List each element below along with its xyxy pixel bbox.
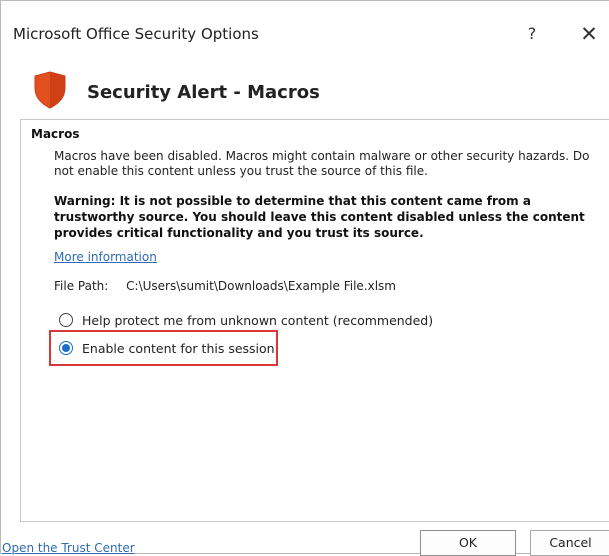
radio-option-protect-label: Help protect me from unknown content (re…: [82, 312, 434, 328]
radio-option-enable-label: Enable content for this session: [82, 340, 275, 356]
ok-button[interactable]: OK: [420, 530, 516, 556]
cancel-button[interactable]: Cancel: [530, 530, 609, 556]
file-path-label: File Path:: [54, 279, 109, 293]
radio-selected-icon[interactable]: [59, 341, 73, 355]
file-path-value: C:\Users\sumit\Downloads\Example File.xl…: [126, 279, 396, 293]
help-button[interactable]: ?: [517, 19, 547, 49]
window-title: Microsoft Office Security Options: [13, 25, 259, 43]
security-options-dialog: Microsoft Office Security Options ? ✕ Se…: [0, 0, 609, 556]
dialog-footer: Open the Trust Center OK Cancel: [1, 522, 609, 556]
file-path: File Path: C:\Users\sumit\Downloads\Exam…: [54, 279, 396, 293]
radio-unselected-icon[interactable]: [59, 313, 73, 327]
alert-title: Security Alert - Macros: [87, 82, 320, 103]
macros-warning: Warning: It is not possible to determine…: [54, 194, 585, 240]
section-heading: Macros: [31, 127, 80, 141]
close-button[interactable]: ✕: [574, 19, 604, 49]
alert-header: Security Alert - Macros: [1, 67, 609, 117]
shield-icon: [33, 71, 67, 113]
more-information-link[interactable]: More information: [54, 250, 157, 264]
trust-center-link[interactable]: Open the Trust Center: [2, 541, 135, 555]
radio-option-enable[interactable]: Enable content for this session: [59, 338, 275, 358]
macros-description: Macros have been disabled. Macros might …: [54, 149, 590, 178]
title-bar: Microsoft Office Security Options ? ✕: [1, 1, 609, 65]
radio-option-protect[interactable]: Help protect me from unknown content (re…: [59, 310, 433, 330]
macros-panel: Macros Macros have been disabled. Macros…: [20, 119, 609, 522]
